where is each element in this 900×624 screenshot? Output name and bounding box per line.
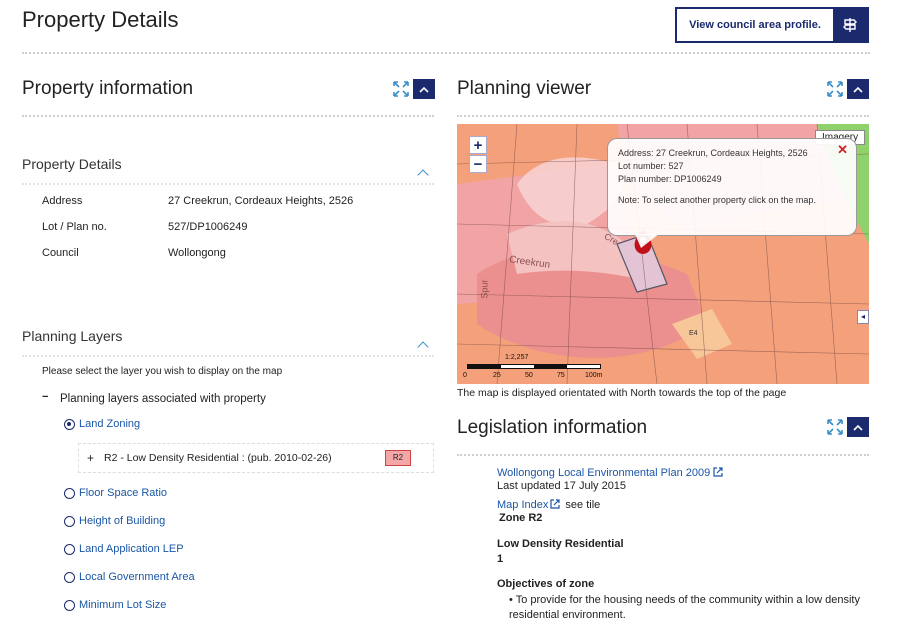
map-caption: The map is displayed orientated with Nor… xyxy=(457,387,787,399)
zone-label-e4: E4 xyxy=(689,330,698,337)
layers-instruction: Please select the layer you wish to disp… xyxy=(42,366,283,377)
popup-lot: Lot number: 527 xyxy=(618,161,684,171)
external-link-icon[interactable] xyxy=(713,464,723,482)
expand-icon[interactable] xyxy=(391,79,411,99)
layer-label[interactable]: Land Zoning xyxy=(79,418,140,430)
layer-option-height-of-building[interactable]: Height of Building xyxy=(64,515,165,527)
radio-icon[interactable] xyxy=(64,571,75,583)
expand-icon[interactable] xyxy=(825,79,845,99)
layer-label[interactable]: Local Government Area xyxy=(79,571,195,583)
close-icon[interactable]: ✕ xyxy=(837,143,848,156)
address-label: Address xyxy=(42,195,83,207)
collapse-panel-button[interactable] xyxy=(847,417,869,437)
property-details-collapse-icon[interactable] xyxy=(417,169,429,181)
planning-layers-divider xyxy=(22,355,434,357)
planning-map[interactable]: Creekrun Cre Spur E4 + − Imagery ◂ Addre… xyxy=(457,124,869,384)
planning-layers-collapse-icon[interactable] xyxy=(417,341,429,353)
zoom-in-button[interactable]: + xyxy=(469,136,487,154)
scale-tick-25: 25 xyxy=(493,372,501,379)
scale-ratio: 1:2,257 xyxy=(505,354,529,361)
property-panel-tools xyxy=(391,79,435,99)
layers-group-toggle[interactable]: − xyxy=(42,391,48,403)
layer-label[interactable]: Floor Space Ratio xyxy=(79,487,167,499)
layer-label[interactable]: Height of Building xyxy=(79,515,165,527)
expand-icon[interactable] xyxy=(825,417,845,437)
property-details-subheading: Property Details xyxy=(22,156,122,172)
radio-icon[interactable] xyxy=(64,515,75,527)
zone-number: 1 xyxy=(497,553,504,565)
address-value: 27 Creekrun, Cordeaux Heights, 2526 xyxy=(168,195,354,207)
map-index-link[interactable]: Map Index xyxy=(497,499,548,511)
layer-option-local-government-area[interactable]: Local Government Area xyxy=(64,571,195,583)
layer-label[interactable]: Minimum Lot Size xyxy=(79,599,166,611)
collapse-panel-button[interactable] xyxy=(847,79,869,99)
external-link-icon[interactable] xyxy=(550,496,560,514)
page-title: Property Details xyxy=(22,7,179,32)
layer-option-floor-space-ratio[interactable]: Floor Space Ratio xyxy=(64,487,167,499)
property-popup: Address: 27 Creekrun, Cordeaux Heights, … xyxy=(607,138,857,236)
legend-swatch-r2: R2 xyxy=(385,450,411,466)
scale-bar xyxy=(467,364,601,369)
objective-item: • To provide for the housing needs of th… xyxy=(509,594,860,621)
planning-viewer-heading: Planning viewer xyxy=(457,78,592,99)
popup-plan: Plan number: DP1006249 xyxy=(618,174,722,184)
zoning-legend-row: + R2 - Low Density Residential : (pub. 2… xyxy=(78,443,434,473)
zone-code: Zone R2 xyxy=(499,512,543,524)
lot-plan-value: 527/DP1006249 xyxy=(168,221,248,233)
viewer-panel-tools xyxy=(825,79,869,99)
lep-link[interactable]: Wollongong Local Environmental Plan 2009 xyxy=(497,467,710,479)
legislation-panel-tools xyxy=(825,417,869,437)
property-info-divider xyxy=(22,115,434,117)
popup-address: Address: 27 Creekrun, Cordeaux Heights, … xyxy=(618,148,808,158)
property-information-heading: Property information xyxy=(22,78,194,99)
last-updated: Last updated 17 July 2015 xyxy=(497,480,627,492)
radio-icon[interactable] xyxy=(64,599,75,611)
layer-option-land-application-lep[interactable]: Land Application LEP xyxy=(64,543,184,555)
signpost-icon xyxy=(833,9,867,41)
council-label: Council xyxy=(42,247,79,259)
street-label-spur: Spur xyxy=(479,279,490,299)
collapse-panel-button[interactable] xyxy=(413,79,435,99)
property-details-divider xyxy=(22,183,434,185)
side-panel-toggle-icon[interactable]: ◂ xyxy=(857,310,869,324)
map-index-suffix: see tile xyxy=(562,499,601,511)
popup-note: Note: To select another property click o… xyxy=(618,195,816,205)
layer-option-land-zoning[interactable]: Land Zoning xyxy=(64,418,140,430)
radio-icon[interactable] xyxy=(64,543,75,555)
scale-tick-75: 75 xyxy=(557,372,565,379)
objectives-heading: Objectives of zone xyxy=(497,578,595,590)
radio-icon[interactable] xyxy=(64,487,75,499)
legend-expand-toggle[interactable]: + xyxy=(87,451,94,465)
zoom-out-button[interactable]: − xyxy=(469,155,487,173)
council-value: Wollongong xyxy=(168,247,226,259)
layers-group-label: Planning layers associated with property xyxy=(60,393,266,405)
radio-selected-icon[interactable] xyxy=(64,418,75,430)
view-council-profile-label: View council area profile. xyxy=(689,19,821,31)
viewer-divider xyxy=(457,115,869,117)
zone-name: Low Density Residential xyxy=(497,538,624,550)
popup-pointer xyxy=(635,234,659,248)
legislation-heading: Legislation information xyxy=(457,417,648,438)
view-council-profile-button[interactable]: View council area profile. xyxy=(675,7,869,43)
scale-tick-50: 50 xyxy=(525,372,533,379)
legend-label: R2 - Low Density Residential : (pub. 201… xyxy=(104,452,332,464)
layer-option-minimum-lot-size[interactable]: Minimum Lot Size xyxy=(64,599,166,611)
header-divider xyxy=(22,52,870,54)
lot-plan-label: Lot / Plan no. xyxy=(42,221,107,233)
layer-label[interactable]: Land Application LEP xyxy=(79,543,184,555)
scale-tick-0: 0 xyxy=(463,372,467,379)
planning-layers-subheading: Planning Layers xyxy=(22,328,123,344)
legislation-divider xyxy=(457,454,869,456)
scale-tick-100m: 100m xyxy=(585,372,603,379)
